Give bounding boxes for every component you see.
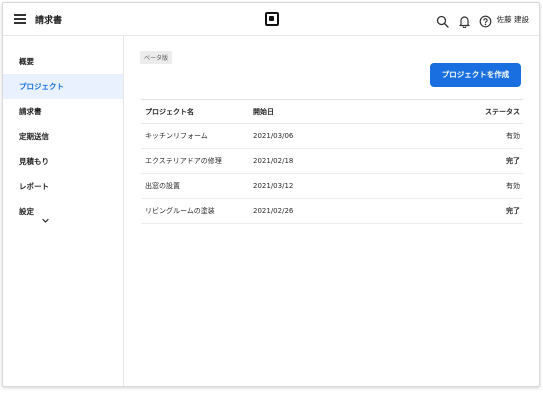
main-content: ベータ版 プロジェクトを作成 プロジェクト名 開始日 ステータス キッチンリフォ… [124, 36, 539, 386]
sidebar-item-label: 概要 [19, 57, 34, 66]
sidebar-item-estimates[interactable]: 見積もり [3, 149, 123, 174]
column-header-status[interactable]: ステータス [399, 99, 523, 124]
sidebar-item-reports[interactable]: レポート [3, 174, 123, 199]
search-icon[interactable] [436, 13, 449, 28]
top-bar: 請求書 佐藤 建設 [3, 3, 539, 36]
start-date-cell: 2021/03/12 [249, 173, 399, 199]
table-header-row: プロジェクト名 開始日 ステータス [141, 99, 523, 124]
column-header-project-name[interactable]: プロジェクト名 [141, 99, 249, 124]
sidebar-nav: 概要 プロジェクト 請求書 定期送信 見積もり レポート 設定 [3, 36, 124, 386]
chevron-down-icon [42, 209, 49, 223]
project-name-cell: キッチンリフォーム [141, 123, 249, 149]
project-name-cell: リビングルームの塗装 [141, 198, 249, 224]
status-cell: 有効 [399, 123, 523, 149]
sidebar-item-label: 請求書 [19, 107, 42, 116]
beta-badge: ベータ版 [140, 51, 173, 64]
sidebar-item-label: 設定 [19, 207, 34, 216]
start-date-cell: 2021/03/06 [249, 123, 399, 149]
create-project-button[interactable]: プロジェクトを作成 [430, 63, 521, 87]
status-cell: 完了 [399, 148, 523, 174]
table-row[interactable]: エクステリアドアの修理 2021/02/18 完了 [141, 148, 523, 174]
column-header-start-date[interactable]: 開始日 [249, 99, 399, 124]
table-row[interactable]: リビングルームの塗装 2021/02/26 完了 [141, 198, 523, 224]
table-row[interactable]: 出窓の設置 2021/03/12 有効 [141, 173, 523, 199]
sidebar-item-label: 定期送信 [19, 132, 49, 141]
sidebar-item-invoices[interactable]: 請求書 [3, 99, 123, 124]
projects-table: プロジェクト名 開始日 ステータス キッチンリフォーム 2021/03/06 有… [141, 99, 523, 224]
app-title: 請求書 [35, 16, 63, 26]
menu-icon[interactable] [14, 13, 26, 25]
project-name-cell: エクステリアドアの修理 [141, 148, 249, 174]
sidebar-item-recurring[interactable]: 定期送信 [3, 124, 123, 149]
start-date-cell: 2021/02/18 [249, 148, 399, 174]
square-logo-icon[interactable] [265, 12, 279, 26]
start-date-cell: 2021/02/26 [249, 198, 399, 224]
sidebar-item-settings[interactable]: 設定 [3, 199, 123, 224]
user-account-menu[interactable]: 佐藤 建設 [497, 14, 529, 25]
status-cell: 有効 [399, 173, 523, 199]
sidebar-item-overview[interactable]: 概要 [3, 49, 123, 74]
bell-icon[interactable] [458, 13, 471, 29]
sidebar-item-projects[interactable]: プロジェクト [3, 74, 123, 99]
project-name-cell: 出窓の設置 [141, 173, 249, 199]
table-row[interactable]: キッチンリフォーム 2021/03/06 有効 [141, 123, 523, 149]
status-cell: 完了 [399, 198, 523, 224]
sidebar-item-label: プロジェクト [19, 82, 64, 91]
help-icon[interactable] [479, 13, 492, 28]
sidebar-item-label: 見積もり [19, 157, 49, 166]
sidebar-item-label: レポート [19, 182, 49, 191]
app-window: 請求書 佐藤 建設 概要 プロジェクト 請求書 定期送信 見積もり レポート 設… [2, 2, 540, 387]
